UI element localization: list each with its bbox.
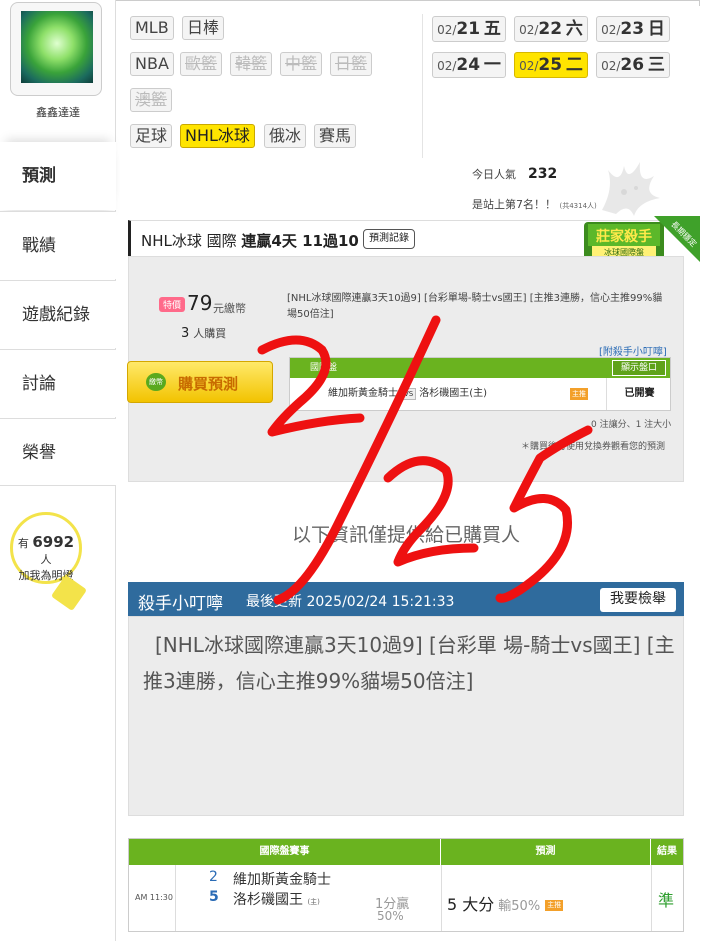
bet-count-note: 0 注讓分、1 注大小: [591, 420, 672, 430]
team1-name: 維加斯黃金騎士: [233, 872, 331, 888]
killer-tips-header: 殺手小叮嚀 最後更新 2025/02/24 15:21:33 我要檢舉: [128, 582, 684, 616]
voucher-note: ＊購買後可使用兌換券觀看您的預測: [521, 442, 666, 452]
site-rank: 是站上第7名！！ (共4314人): [472, 196, 597, 212]
col-header-pick: 預測: [441, 839, 651, 865]
svg-text:莊家殺手: 莊家殺手: [596, 228, 652, 245]
site-rank-total: (共4314人): [559, 202, 597, 210]
nav-item-game-log[interactable]: 遊戲紀錄: [0, 280, 116, 348]
sport-tab-ru-hockey[interactable]: 俄冰: [264, 124, 307, 148]
buyer-count: 3 人購買: [181, 326, 227, 341]
table-row: AM 11:30 2 維加斯黃金騎士 5 洛杉磯國王 (主) 1分贏 50% 5…: [129, 865, 683, 931]
today-popularity: 今日人氣 232: [472, 166, 557, 182]
lights-prefix: 有: [17, 537, 29, 550]
pick-value: 5 大分 輸50% 主推: [447, 895, 564, 914]
avatar[interactable]: [10, 2, 102, 96]
buy-prediction-button[interactable]: 繳幣 購買預測: [127, 361, 273, 403]
game-table-header: 國際盤 顯示盤口: [290, 358, 670, 378]
vs-icon: VS: [401, 388, 417, 400]
page-root: 鑫鑫達達 預測 戰績 遊戲紀錄 討論 榮譽 有 6992 人 加我為明燈 MLB…: [0, 0, 720, 941]
site-rank-text: 是站上第7名！！: [472, 198, 556, 211]
buyers-only-message: 以下資訊僅提供給已購買人: [291, 524, 520, 546]
nav-item-discussion[interactable]: 討論: [0, 349, 116, 417]
top-frame: [116, 0, 700, 6]
nav-item-predict[interactable]: 預測: [0, 142, 116, 210]
splash-decoration-icon: [602, 162, 660, 216]
prediction-record-button[interactable]: 預測記錄: [363, 229, 415, 249]
coin-icon: 繳幣: [146, 373, 166, 391]
sport-tab-soccer[interactable]: 足球: [130, 124, 173, 148]
team1-score: 2: [209, 869, 218, 885]
filter-divider: [422, 14, 423, 158]
date-button-0222[interactable]: 02/22 六: [514, 16, 588, 42]
sport-tab-cn-basketball: 中籃: [280, 52, 323, 76]
date-button-0224[interactable]: 02/24 一: [432, 52, 506, 78]
date-button-0221[interactable]: 02/21 五: [432, 16, 506, 42]
killer-tips-link[interactable]: [附殺手小叮嚀]: [599, 343, 667, 358]
killer-tips-updated: 最後更新 2025/02/24 15:21:33: [246, 594, 455, 610]
killer-tips-body: [NHL冰球國際連贏3天10過9] [台彩單 場-騎士vs國王] [主推3連勝，…: [128, 616, 684, 816]
spread-odds: 50%: [377, 909, 404, 923]
price-unit: 元繳幣: [213, 302, 246, 315]
prediction-title: NHL冰球 國際 連贏4天 11過10: [141, 230, 359, 251]
col-header-game: 國際盤賽事: [129, 839, 441, 865]
sidebar: 鑫鑫達達 預測 戰績 遊戲紀錄 討論 榮譽 有 6992 人 加我為明燈: [0, 0, 116, 941]
game-row: 維加斯黃金騎士 VS 洛杉磯國王(主) 主推 已開賽: [290, 378, 670, 410]
prediction-streak: 連贏4天 11過10: [241, 232, 359, 250]
lights-suffix: 人: [40, 553, 52, 566]
report-button[interactable]: 我要檢舉: [600, 588, 676, 612]
sport-tab-eu-basketball: 歐籃: [180, 52, 223, 76]
username[interactable]: 鑫鑫達達: [0, 104, 116, 120]
today-popularity-label: 今日人氣: [472, 168, 516, 181]
sport-tab-jp-basketball: 日籃: [330, 52, 373, 76]
show-odds-button[interactable]: 顯示盤口: [611, 360, 666, 376]
sport-tab-nba[interactable]: NBA: [130, 52, 174, 76]
game-status: 已開賽: [606, 378, 672, 410]
date-button-0225[interactable]: 02/25 二: [514, 52, 588, 78]
main-pick-tag: 主推: [545, 900, 564, 911]
main-pick-tag: 主推: [570, 388, 588, 400]
prediction-panel: 特價 79 元繳幣 3 人購買 [NHL冰球國際連贏3天10過9] [台彩單場-騎…: [127, 256, 684, 482]
main-content: MLB 日棒 NBA 歐籃 韓籃 中籃 日籃 澳籃 足球 NHL冰球 俄冰 賽馬…: [116, 0, 720, 941]
team2-score: 5: [209, 889, 219, 905]
game-time: AM 11:30: [135, 893, 173, 902]
game-table: 國際盤 顯示盤口 維加斯黃金騎士 VS 洛杉磯國王(主) 主推 已開賽: [289, 357, 671, 411]
prediction-summary: [NHL冰球國際連贏3天10過9] [台彩單場-騎士vs國王] [主推3連勝，信…: [287, 293, 663, 320]
date-button-0226[interactable]: 02/26 三: [596, 52, 670, 78]
nav-item-honor[interactable]: 榮譽: [0, 418, 116, 486]
results-table-header: 國際盤賽事 預測 結果: [129, 839, 683, 865]
killer-tips-title: 殺手小叮嚀: [138, 594, 223, 614]
sport-tab-au-basketball: 澳籃: [130, 88, 173, 112]
sport-tab-jp-baseball[interactable]: 日棒: [182, 16, 225, 40]
col-header-result: 結果: [657, 846, 677, 857]
date-button-0223[interactable]: 02/23 日: [596, 16, 670, 42]
sport-tab-horse-racing[interactable]: 賽馬: [314, 124, 357, 148]
today-popularity-value: 232: [528, 166, 558, 182]
team2-name: 洛杉磯國王 (主): [233, 892, 320, 908]
follow-bulb[interactable]: 有 6992 人 加我為明燈: [10, 512, 82, 584]
sport-tab-nhl[interactable]: NHL冰球: [180, 124, 255, 148]
sale-tag: 特價: [159, 297, 186, 312]
result-value: 準: [658, 891, 675, 910]
sport-tab-kr-basketball: 韓籃: [230, 52, 273, 76]
avatar-image: [21, 11, 93, 83]
results-table: 國際盤賽事 預測 結果 AM 11:30 2 維加斯黃金騎士 5 洛杉磯國王 (…: [128, 838, 684, 932]
price-value: 79: [187, 291, 213, 315]
prediction-league: NHL冰球 國際: [141, 232, 237, 250]
sport-tab-mlb[interactable]: MLB: [130, 16, 174, 40]
lights-count: 6992: [32, 533, 75, 551]
buy-prediction-label: 購買預測: [178, 375, 239, 393]
game-teams: 維加斯黃金騎士 VS 洛杉磯國王(主): [328, 388, 488, 400]
nav-item-record[interactable]: 戰績: [0, 211, 116, 279]
